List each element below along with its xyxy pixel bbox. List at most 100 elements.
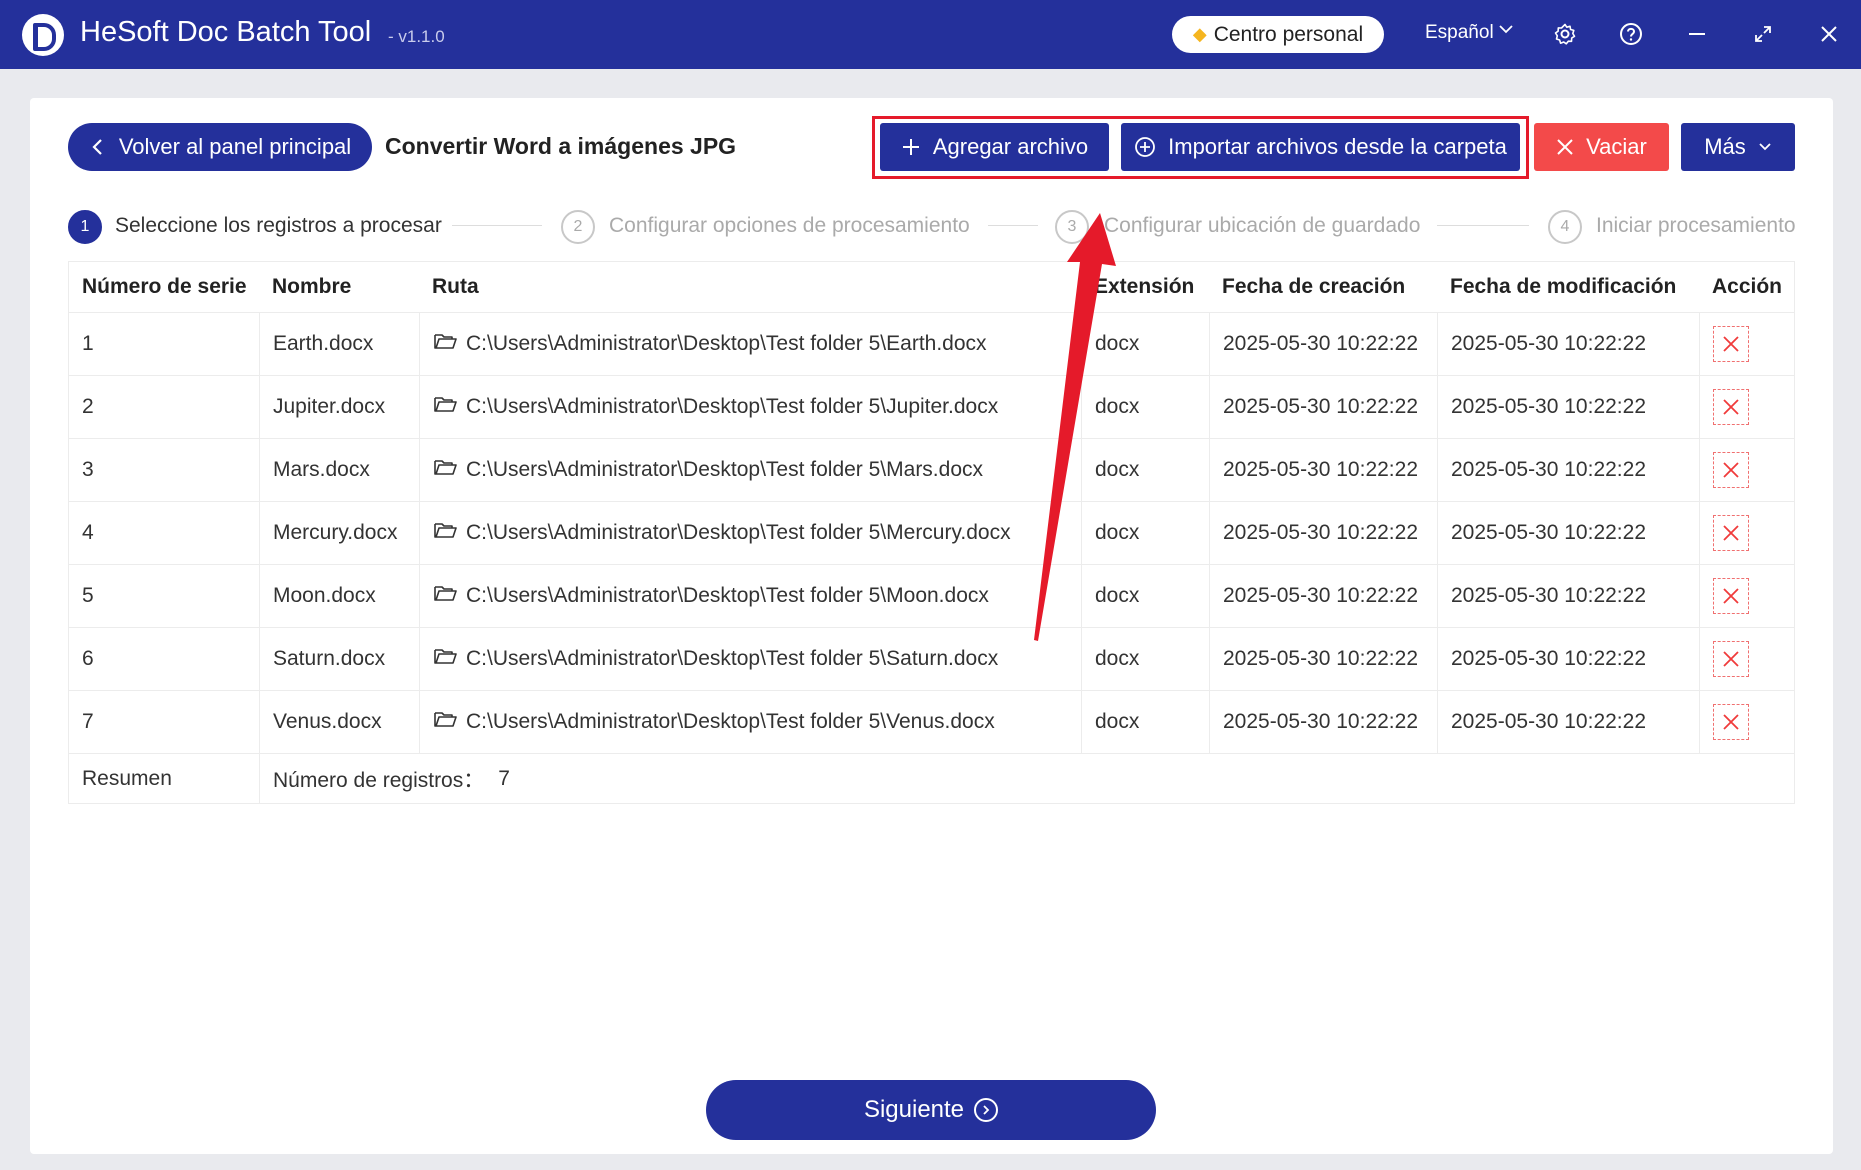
cell-extension: docx bbox=[1081, 376, 1209, 438]
step-2-number: 2 bbox=[561, 210, 595, 244]
cell-created: 2025-05-30 10:22:22 bbox=[1209, 376, 1437, 438]
cell-path: C:\Users\Administrator\Desktop\Test fold… bbox=[419, 628, 1081, 690]
file-table: Número de serie Nombre Ruta Extensión Fe… bbox=[68, 261, 1795, 804]
header-serial: Número de serie bbox=[82, 275, 247, 298]
delete-row-icon[interactable] bbox=[1713, 515, 1749, 551]
cell-path: C:\Users\Administrator\Desktop\Test fold… bbox=[419, 376, 1081, 438]
step-divider bbox=[452, 225, 542, 226]
next-button[interactable]: Siguiente bbox=[706, 1080, 1156, 1140]
step-3-number: 3 bbox=[1055, 210, 1089, 244]
cell-modified: 2025-05-30 10:22:22 bbox=[1437, 313, 1699, 375]
diamond-icon: ◆ bbox=[1192, 24, 1207, 44]
cell-action bbox=[1699, 376, 1796, 438]
path-text: C:\Users\Administrator\Desktop\Test fold… bbox=[466, 584, 989, 607]
folder-icon[interactable] bbox=[433, 394, 457, 420]
app-title: HeSoft Doc Batch Tool bbox=[80, 16, 372, 48]
cell-extension: docx bbox=[1081, 313, 1209, 375]
more-button[interactable]: Más bbox=[1681, 123, 1795, 171]
cell-modified: 2025-05-30 10:22:22 bbox=[1437, 502, 1699, 564]
path-text: C:\Users\Administrator\Desktop\Test fold… bbox=[466, 521, 1011, 544]
cell-action bbox=[1699, 691, 1796, 753]
cell-name: Mars.docx bbox=[259, 439, 419, 501]
header-extension: Extensión bbox=[1094, 275, 1195, 298]
cell-extension: docx bbox=[1081, 565, 1209, 627]
cell-serial: 5 bbox=[82, 584, 94, 607]
step-divider bbox=[1437, 225, 1529, 226]
chevron-down-icon bbox=[1759, 143, 1771, 151]
folder-icon[interactable] bbox=[433, 646, 457, 672]
cell-action bbox=[1699, 565, 1796, 627]
table-row: 7 Venus.docx C:\Users\Administrator\Deskto… bbox=[69, 691, 1794, 754]
cell-name: Venus.docx bbox=[259, 691, 419, 753]
step-2-label: Configurar opciones de procesamiento bbox=[609, 214, 970, 237]
step-4-number: 4 bbox=[1548, 210, 1582, 244]
cell-modified: 2025-05-30 10:22:22 bbox=[1437, 565, 1699, 627]
maximize-icon[interactable] bbox=[1745, 16, 1781, 52]
cell-extension: docx bbox=[1081, 628, 1209, 690]
cell-created: 2025-05-30 10:22:22 bbox=[1209, 313, 1437, 375]
cell-action bbox=[1699, 439, 1796, 501]
back-to-main-button[interactable]: Volver al panel principal bbox=[68, 123, 372, 171]
annotation-highlight-box bbox=[872, 116, 1529, 179]
summary-label: Resumen bbox=[82, 766, 172, 790]
cell-path: C:\Users\Administrator\Desktop\Test fold… bbox=[419, 439, 1081, 501]
delete-row-icon[interactable] bbox=[1713, 452, 1749, 488]
cell-extension: docx bbox=[1081, 439, 1209, 501]
header-created: Fecha de creación bbox=[1222, 275, 1406, 298]
arrow-right-circle-icon bbox=[974, 1098, 999, 1122]
header-modified: Fecha de modificación bbox=[1450, 275, 1677, 298]
cell-action bbox=[1699, 628, 1796, 690]
folder-icon[interactable] bbox=[433, 457, 457, 483]
header-action: Acción bbox=[1712, 275, 1783, 298]
cell-path: C:\Users\Administrator\Desktop\Test fold… bbox=[419, 691, 1081, 753]
cell-serial: 1 bbox=[82, 332, 94, 355]
table-row: 5 Moon.docx C:\Users\Administrator\Desktop… bbox=[69, 565, 1794, 628]
header-name: Nombre bbox=[272, 275, 352, 298]
cell-modified: 2025-05-30 10:22:22 bbox=[1437, 691, 1699, 753]
table-header-row: Número de serie Nombre Ruta Extensión Fe… bbox=[69, 262, 1794, 313]
personal-center-label: Centro personal bbox=[1213, 22, 1364, 46]
folder-icon[interactable] bbox=[433, 520, 457, 546]
delete-row-icon[interactable] bbox=[1713, 326, 1749, 362]
path-text: C:\Users\Administrator\Desktop\Test fold… bbox=[466, 458, 984, 481]
cell-path: C:\Users\Administrator\Desktop\Test fold… bbox=[419, 313, 1081, 375]
folder-icon[interactable] bbox=[433, 331, 457, 357]
chevron-down-icon[interactable] bbox=[1498, 21, 1514, 42]
minimize-icon[interactable] bbox=[1679, 16, 1715, 52]
summary-count-label: Número de registros： bbox=[273, 768, 485, 792]
cell-serial: 4 bbox=[82, 521, 94, 544]
table-row: 2 Jupiter.docx C:\Users\Administrator\Desk… bbox=[69, 376, 1794, 439]
step-1-number: 1 bbox=[68, 210, 102, 244]
cell-created: 2025-05-30 10:22:22 bbox=[1209, 628, 1437, 690]
cell-path: C:\Users\Administrator\Desktop\Test fold… bbox=[419, 565, 1081, 627]
summary-row: Resumen Número de registros： 7 bbox=[69, 754, 1794, 803]
step-1-label: Seleccione los registros a procesar bbox=[115, 214, 442, 237]
help-icon[interactable] bbox=[1613, 16, 1649, 52]
table-row: 6 Saturn.docx C:\Users\Administrator\Deskt… bbox=[69, 628, 1794, 691]
path-text: C:\Users\Administrator\Desktop\Test fold… bbox=[466, 710, 995, 733]
personal-center-button[interactable]: ◆ Centro personal bbox=[1172, 16, 1384, 53]
folder-icon[interactable] bbox=[433, 583, 457, 609]
next-label: Siguiente bbox=[863, 1096, 965, 1123]
settings-icon[interactable] bbox=[1547, 16, 1583, 52]
folder-icon[interactable] bbox=[433, 709, 457, 735]
close-icon[interactable] bbox=[1811, 16, 1847, 52]
path-text: C:\Users\Administrator\Desktop\Test fold… bbox=[466, 332, 987, 355]
language-selector[interactable]: Español bbox=[1425, 22, 1494, 44]
cell-serial: 2 bbox=[82, 395, 94, 418]
cell-name: Mercury.docx bbox=[259, 502, 419, 564]
cell-serial: 6 bbox=[82, 647, 94, 670]
clear-button[interactable]: Vaciar bbox=[1534, 123, 1669, 171]
cell-name: Saturn.docx bbox=[259, 628, 419, 690]
path-text: C:\Users\Administrator\Desktop\Test fold… bbox=[466, 647, 999, 670]
delete-row-icon[interactable] bbox=[1713, 578, 1749, 614]
chevron-left-icon bbox=[92, 139, 102, 155]
cell-created: 2025-05-30 10:22:22 bbox=[1209, 691, 1437, 753]
delete-row-icon[interactable] bbox=[1713, 641, 1749, 677]
back-label: Volver al panel principal bbox=[118, 134, 352, 159]
delete-row-icon[interactable] bbox=[1713, 389, 1749, 425]
app-logo-icon bbox=[22, 14, 64, 56]
delete-row-icon[interactable] bbox=[1713, 704, 1749, 740]
summary-count-value: 7 bbox=[498, 766, 510, 790]
cell-created: 2025-05-30 10:22:22 bbox=[1209, 502, 1437, 564]
